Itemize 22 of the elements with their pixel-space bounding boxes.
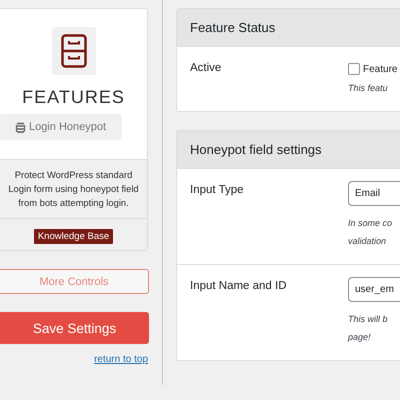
help-text: This will b <box>348 313 389 326</box>
help-text: validation <box>348 235 388 248</box>
checkbox-label: Feature <box>363 64 398 74</box>
return-to-top-link[interactable]: return to top <box>94 354 148 365</box>
knowledge-base-link[interactable]: Knowledge Base <box>34 229 114 244</box>
help-text: This featu <box>348 82 389 95</box>
panel-title: Honeypot field settings <box>190 142 322 157</box>
help-text: page! <box>348 331 372 344</box>
setting-label: Input Name and ID <box>190 279 288 294</box>
help-text: In some co <box>348 217 394 230</box>
setting-label: Active <box>190 61 222 76</box>
feature-title: FEATURES <box>22 87 125 108</box>
input-type-select[interactable]: Email <box>348 181 400 206</box>
drawer-cabinet-icon <box>60 34 86 68</box>
feature-tag-label: Login Honeypot <box>28 121 106 133</box>
setting-label: Input Type <box>190 183 244 198</box>
panel-title: Feature Status <box>190 20 276 35</box>
checkbox[interactable] <box>348 63 360 75</box>
save-settings-button[interactable]: Save Settings <box>0 312 149 344</box>
honeypot-icon <box>14 122 26 132</box>
feature-description: Protect WordPress standard Login form using honeypot field from bots attempting login. <box>0 168 147 219</box>
input-field[interactable]: user_em <box>348 277 400 302</box>
